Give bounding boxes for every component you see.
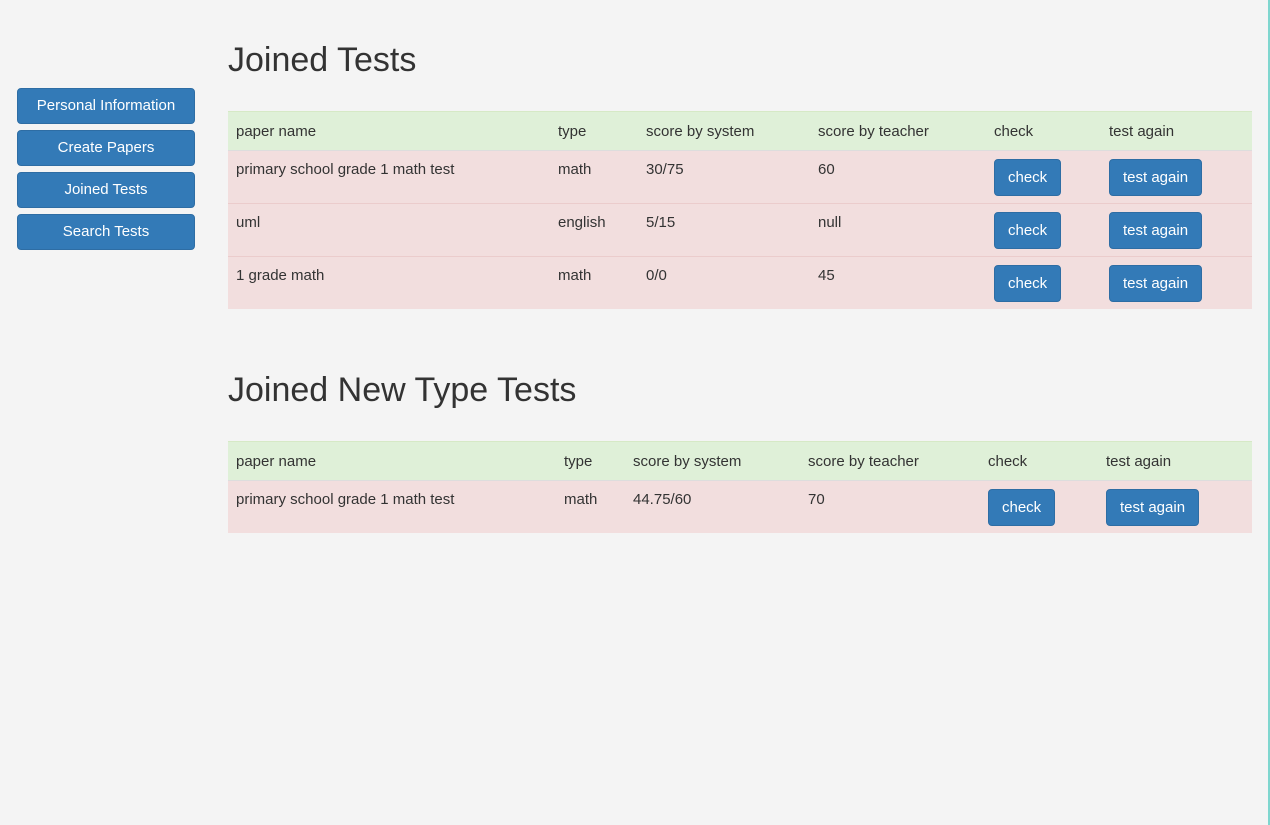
type-text: math (564, 491, 598, 508)
check-button[interactable]: check (994, 159, 1062, 196)
sidebar-nav: Personal Information Create Papers Joine… (17, 88, 195, 256)
joined-new-type-tests-table: paper name type score by system score by… (228, 441, 1252, 533)
column-header-score-by-teacher: score by teacher (810, 111, 986, 151)
table-row: primary school grade 1 math test math 44… (228, 480, 1252, 533)
cell-score-by-teacher: 45 (810, 256, 986, 309)
cell-type: math (556, 480, 625, 533)
cell-score-by-teacher: null (810, 203, 986, 257)
score-by-system-text: 5/15 (646, 214, 676, 231)
score-by-system-text: 44.75/60 (633, 491, 692, 508)
paper-name-text: 1 grade math (236, 267, 325, 284)
cell-paper-name: primary school grade 1 math test (228, 480, 556, 533)
cell-score-by-teacher: 60 (810, 150, 986, 204)
cell-test-again: test again (1101, 150, 1252, 204)
table-header-row: paper name type score by system score by… (228, 111, 1252, 151)
table-header-row: paper name type score by system score by… (228, 441, 1252, 481)
column-header-score-by-system: score by system (638, 111, 810, 151)
score-by-teacher-text: null (818, 214, 842, 231)
check-button[interactable]: check (994, 265, 1062, 302)
type-text: math (558, 161, 592, 178)
score-by-teacher-text: 60 (818, 161, 835, 178)
joined-new-type-tests-title: Joined New Type Tests (228, 371, 577, 409)
score-by-teacher-text: 70 (808, 491, 825, 508)
cell-test-again: test again (1101, 256, 1252, 309)
cell-check: check (986, 256, 1101, 309)
cell-paper-name: uml (228, 203, 550, 257)
column-header-score-by-system: score by system (625, 441, 800, 481)
cell-test-again: test again (1101, 203, 1252, 257)
table-row: 1 grade math math 0/0 45 check test agai… (228, 256, 1252, 309)
cell-score-by-system: 5/15 (638, 203, 810, 257)
table-row: primary school grade 1 math test math 30… (228, 150, 1252, 204)
sidebar-item-create-papers[interactable]: Create Papers (17, 130, 195, 166)
joined-tests-table: paper name type score by system score by… (228, 111, 1252, 309)
cell-type: math (550, 150, 638, 204)
cell-check: check (986, 203, 1101, 257)
column-header-check: check (986, 111, 1101, 151)
column-header-check: check (980, 441, 1098, 481)
cell-score-by-system: 30/75 (638, 150, 810, 204)
paper-name-text: primary school grade 1 math test (236, 161, 455, 178)
cell-check: check (986, 150, 1101, 204)
sidebar-item-personal-information[interactable]: Personal Information (17, 88, 195, 124)
score-by-teacher-text: 45 (818, 267, 835, 284)
paper-name-text: uml (236, 214, 261, 231)
check-button[interactable]: check (994, 212, 1062, 249)
column-header-type: type (550, 111, 638, 151)
check-button[interactable]: check (988, 489, 1056, 526)
sidebar-item-joined-tests[interactable]: Joined Tests (17, 172, 195, 208)
test-again-button[interactable]: test again (1109, 159, 1203, 196)
cell-type: english (550, 203, 638, 257)
cell-paper-name: primary school grade 1 math test (228, 150, 550, 204)
type-text: math (558, 267, 592, 284)
column-header-test-again: test again (1101, 111, 1252, 151)
cell-test-again: test again (1098, 480, 1252, 533)
column-header-score-by-teacher: score by teacher (800, 441, 980, 481)
cell-score-by-teacher: 70 (800, 480, 980, 533)
sidebar-item-search-tests[interactable]: Search Tests (17, 214, 195, 250)
column-header-paper-name: paper name (228, 111, 550, 151)
test-again-button[interactable]: test again (1106, 489, 1200, 526)
cell-score-by-system: 44.75/60 (625, 480, 800, 533)
cell-score-by-system: 0/0 (638, 256, 810, 309)
test-again-button[interactable]: test again (1109, 212, 1203, 249)
joined-tests-title: Joined Tests (228, 41, 417, 79)
column-header-paper-name: paper name (228, 441, 556, 481)
cell-type: math (550, 256, 638, 309)
type-text: english (558, 214, 606, 231)
cell-check: check (980, 480, 1098, 533)
test-again-button[interactable]: test again (1109, 265, 1203, 302)
column-header-type: type (556, 441, 625, 481)
column-header-test-again: test again (1098, 441, 1252, 481)
cell-paper-name: 1 grade math (228, 256, 550, 309)
paper-name-text: primary school grade 1 math test (236, 491, 455, 508)
table-row: uml english 5/15 null check test again (228, 203, 1252, 257)
score-by-system-text: 0/0 (646, 267, 667, 284)
score-by-system-text: 30/75 (646, 161, 684, 178)
